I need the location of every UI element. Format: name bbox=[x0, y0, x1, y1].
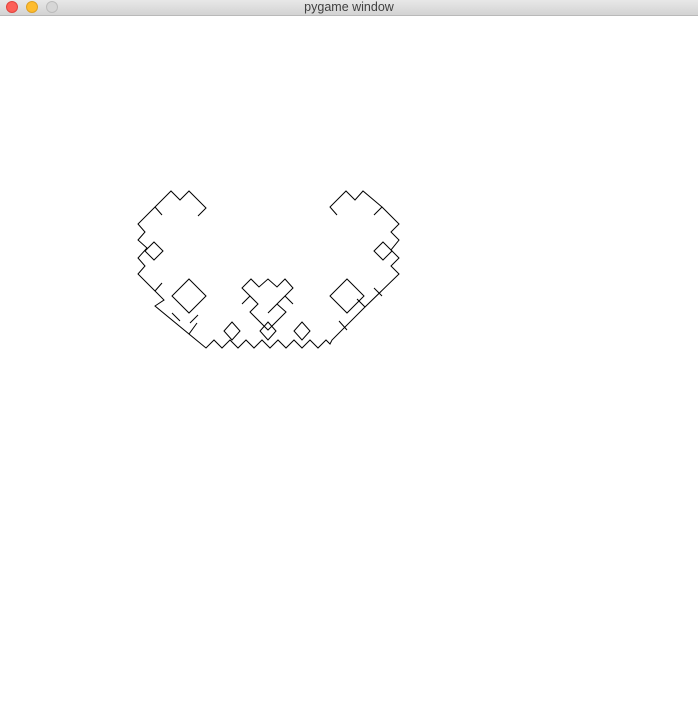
tick bbox=[189, 314, 199, 324]
curve-segment bbox=[137, 190, 400, 349]
window-title: pygame window bbox=[304, 0, 394, 14]
diamond-left-large bbox=[171, 278, 207, 314]
tick bbox=[171, 312, 181, 322]
diamond-left-small bbox=[144, 241, 164, 261]
title-bar[interactable]: pygame window bbox=[0, 0, 698, 16]
fractal-curve bbox=[137, 190, 400, 349]
diamond-bottom-3 bbox=[293, 321, 311, 341]
diamond-bottom-1 bbox=[223, 321, 241, 341]
diamond-right-large bbox=[329, 278, 365, 314]
fractal-drawing bbox=[137, 190, 400, 349]
pygame-window: pygame window bbox=[0, 0, 698, 715]
drawing-canvas bbox=[0, 16, 698, 715]
diamond-right-small bbox=[373, 241, 393, 261]
